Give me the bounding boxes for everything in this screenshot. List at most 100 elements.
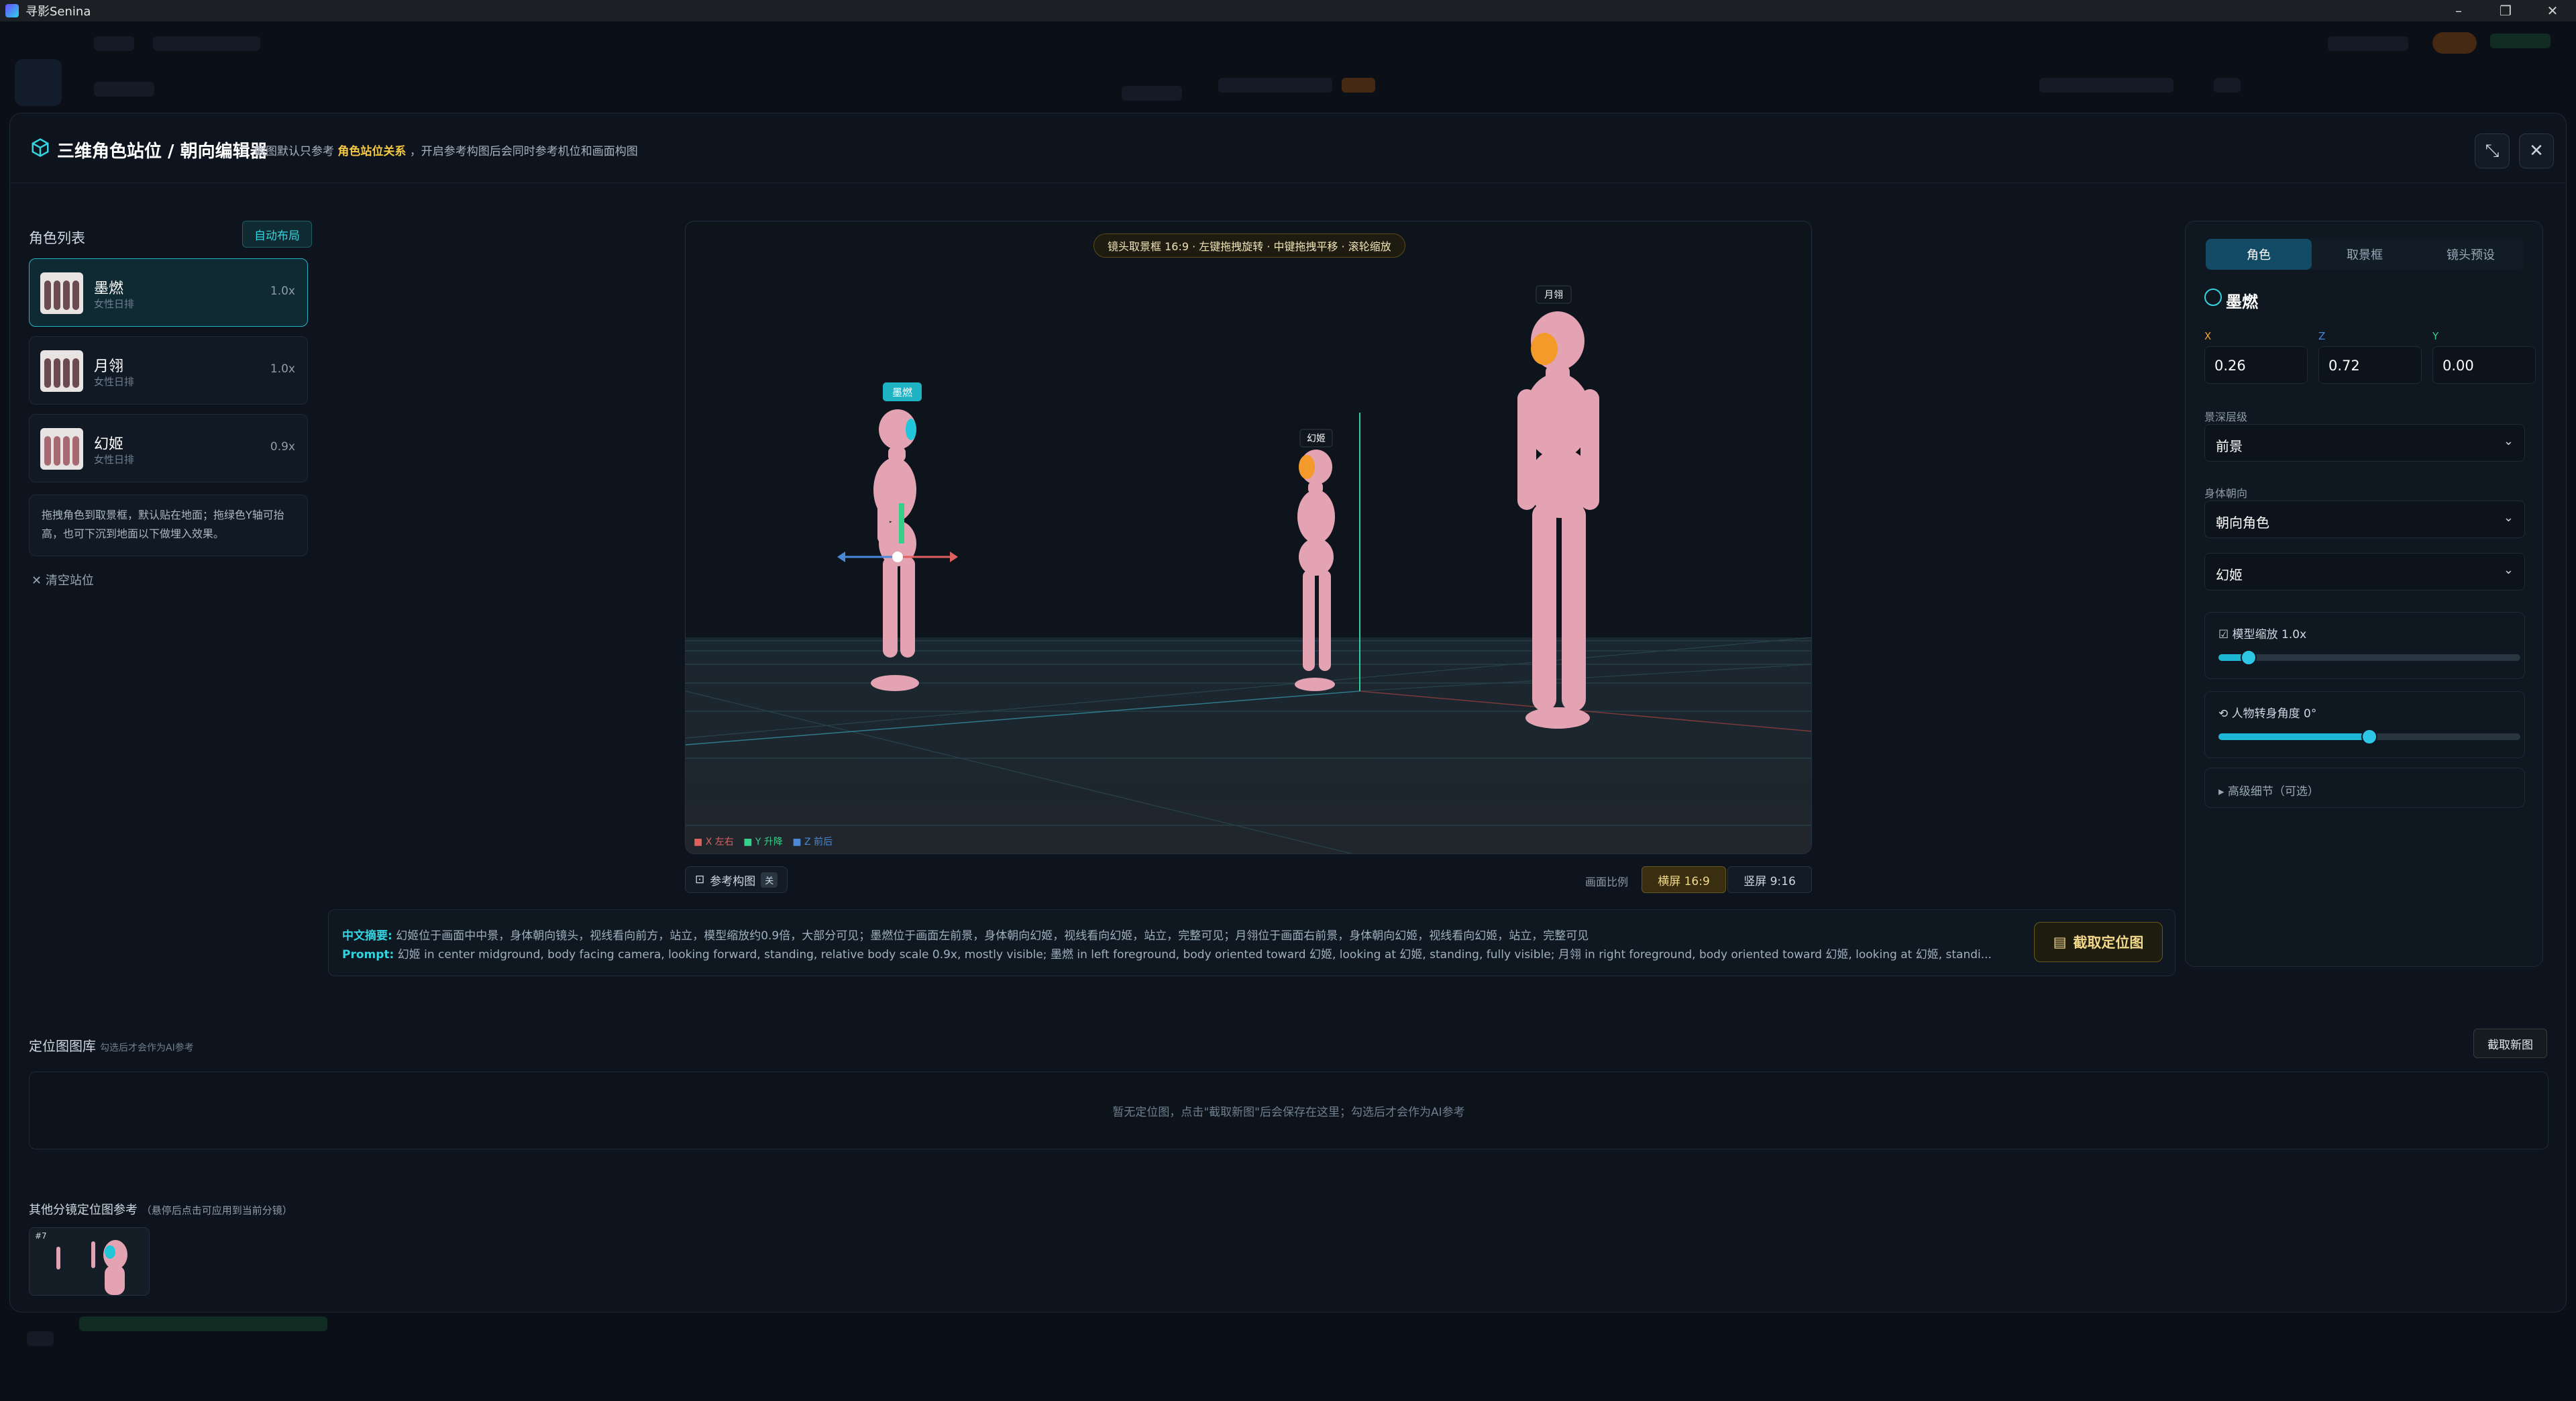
character-scale: 0.9x [270,440,295,454]
model-scale-control: ☑ 模型缩放 1.0x [2204,612,2525,679]
chevron-down-icon: ⌄ [2503,434,2514,448]
auto-layout-button[interactable]: 自动布局 [242,221,312,248]
character-list-label: 角色列表 [29,230,85,246]
pose-editor-modal: 三维角色站位 / 朝向编辑器 截图默认只参考 角色站位关系 ，开启参考构图后会同… [9,113,2567,1312]
figure-label-left-text: 墨燃 [892,386,912,399]
facing-target-select[interactable]: 幻姬 ⌄ [2204,553,2525,590]
rotation-slider[interactable] [2218,729,2520,745]
figure-label-center: 幻姬 [1307,433,1326,444]
prompt-summary: 中文摘要: 幻姬位于画面中中景，身体朝向镜头，视线看向前方，站立，模型缩放约0.… [328,909,2176,976]
cn-summary-key: 中文摘要: [342,929,392,943]
advanced-details-toggle[interactable]: ▸ 高级细节（可选） [2204,768,2525,808]
app-title: 寻影Senina [25,5,91,19]
checkbox-icon[interactable]: ☑ [2218,628,2229,641]
bg-bar [27,1331,54,1346]
model-scale-title: ☑ 模型缩放 1.0x [2218,625,2306,641]
properties-panel: 角色 取景框 镜头预设 墨燃 X Z Y 0.26 0.72 0.00 景深层级… [2185,221,2543,967]
viewport-hint: 镜头取景框 16:9 · 左键拖拽旋转 · 中键拖拽平移 · 滚轮缩放 [1093,234,1405,258]
capture-position-button[interactable]: ▤ 截取定位图 [2034,922,2163,962]
bg-bar [94,82,154,97]
character-name: 幻姬 [94,436,124,453]
subtitle-highlight: 角色站位关系 [337,145,407,158]
thumbnail-tag: #7 [35,1231,47,1241]
character-scale: 1.0x [270,284,295,298]
bg-bar [1122,86,1182,101]
minimize-icon[interactable]: – [2435,0,2482,21]
en-prompt: Prompt: 幻姬 in center midground, body fac… [342,945,2019,962]
axis-x-label: X 左右 [705,837,734,847]
model-scale-handle[interactable] [2241,650,2257,666]
z-input[interactable]: 0.72 [2318,346,2422,384]
gallery-empty-state: 暂无定位图，点击"截取新图"后会保存在这里；勾选后才会作为AI参考 [29,1072,2548,1149]
depth-label: 景深层级 [2204,411,2248,423]
axis-legend: ■ X 左右 ■ Y 升降 ■ Z 前后 [694,837,833,847]
en-prompt-text: 幻姬 in center midground, body facing came… [397,948,1992,962]
tab-frame[interactable]: 取景框 [2312,239,2418,270]
chevron-down-icon: ⌄ [2503,563,2514,577]
close-icon: ✕ [2529,141,2544,161]
facing-label: 身体朝向 [2204,487,2248,500]
bg-bar [2039,78,2174,93]
camera-icon: ▤ [2053,934,2067,950]
selected-character-name: 墨燃 [2226,293,2258,311]
tab-character[interactable]: 角色 [2206,239,2312,270]
other-shots-hint: （悬停后点击可应用到当前分镜） [141,1204,292,1216]
new-capture-button[interactable]: 截取新图 [2473,1029,2547,1058]
gallery-title: 定位图图库 [29,1038,96,1054]
character-item-yueling[interactable]: 月翎 女性日排 1.0x [29,336,308,405]
rotate-icon: ⟲ [2218,707,2229,721]
subtitle-prefix: 截图默认只参考 [254,145,334,158]
facing-select[interactable]: 朝向角色 ⌄ [2204,501,2525,538]
other-shot-preview: #7 [30,1228,149,1295]
rotation-handle[interactable] [2361,729,2377,745]
reference-composition-label: 参考构图 [710,874,756,888]
depth-select[interactable]: 前景 ⌄ [2204,424,2525,462]
model-scale-label: 模型缩放 1.0x [2232,628,2307,641]
cube-icon [32,138,49,157]
axis-z-label: Z 前后 [804,837,833,847]
character-item-huanji[interactable]: 幻姬 女性日排 0.9x [29,414,308,482]
character-role: 女性日排 [94,376,135,388]
facing-value: 朝向角色 [2216,515,2269,531]
y-input[interactable]: 0.00 [2432,346,2536,384]
character-name: 月翎 [94,358,124,375]
collapse-button[interactable]: ⤡ [2475,134,2510,168]
restore-icon[interactable]: ❐ [2482,0,2529,21]
tab-camera-preset[interactable]: 镜头预设 [2418,239,2524,270]
gallery-hint: 勾选后才会作为AI参考 [100,1043,194,1053]
scene-canvas[interactable]: 墨燃 幻姬 月翎 [686,221,1812,854]
cn-summary-text: 幻姬位于画面中中景，身体朝向镜头，视线看向前方，站立，模型缩放约0.9倍，大部分… [396,929,1589,943]
image-icon: ⊡ [695,873,705,886]
rotation-title: ⟲ 人物转身角度 0° [2218,704,2316,721]
subtitle-suffix: ，开启参考构图后会同时参考机位和画面构图 [409,145,638,158]
reference-badge: 关 [761,872,778,888]
drag-tip: 拖拽角色到取景框，默认贴在地面；拖绿色Y轴可抬高，也可下沉到地面以下做埋入效果。 [29,495,308,556]
z-label: Z [2318,330,2326,342]
collapse-icon: ⤡ [2485,140,2500,161]
bg-bar [1342,78,1375,93]
figure-label-right: 月翎 [1544,290,1563,301]
model-scale-slider[interactable] [2218,650,2520,666]
character-name: 墨燃 [94,280,124,297]
x-label: X [2204,330,2212,342]
close-window-icon[interactable]: ✕ [2529,0,2576,21]
ratio-portrait-button[interactable]: 竖屏 9:16 [1727,866,1812,893]
depth-value: 前景 [2216,438,2243,454]
bg-bar [2328,36,2408,51]
modal-title: 三维角色站位 / 朝向编辑器 [57,142,268,162]
x-input[interactable]: 0.26 [2204,346,2308,384]
reference-composition-toggle[interactable]: ⊡ 参考构图 关 [685,866,788,893]
modal-subtitle: 截图默认只参考 角色站位关系 ，开启参考构图后会同时参考机位和画面构图 [254,142,638,158]
axis-y-label: Y 升降 [755,837,783,847]
character-item-moran[interactable]: 墨燃 女性日排 1.0x [29,258,308,327]
facing-target-value: 幻姬 [2216,567,2243,583]
character-role: 女性日排 [94,298,135,310]
x-icon: ✕ [32,574,42,588]
rotation-label: 人物转身角度 0° [2231,707,2317,721]
close-modal-button[interactable]: ✕ [2519,134,2554,168]
en-prompt-key: Prompt: [342,948,394,962]
ratio-landscape-button[interactable]: 横屏 16:9 [1642,866,1726,893]
clear-positions-button[interactable]: ✕ 清空站位 [32,571,94,588]
other-shot-thumbnail[interactable]: #7 [29,1227,150,1296]
3d-viewport[interactable]: 墨燃 幻姬 月翎 镜头取景框 16:9 · 左键拖拽旋转 · 中键拖拽平移 · … [685,221,1812,854]
